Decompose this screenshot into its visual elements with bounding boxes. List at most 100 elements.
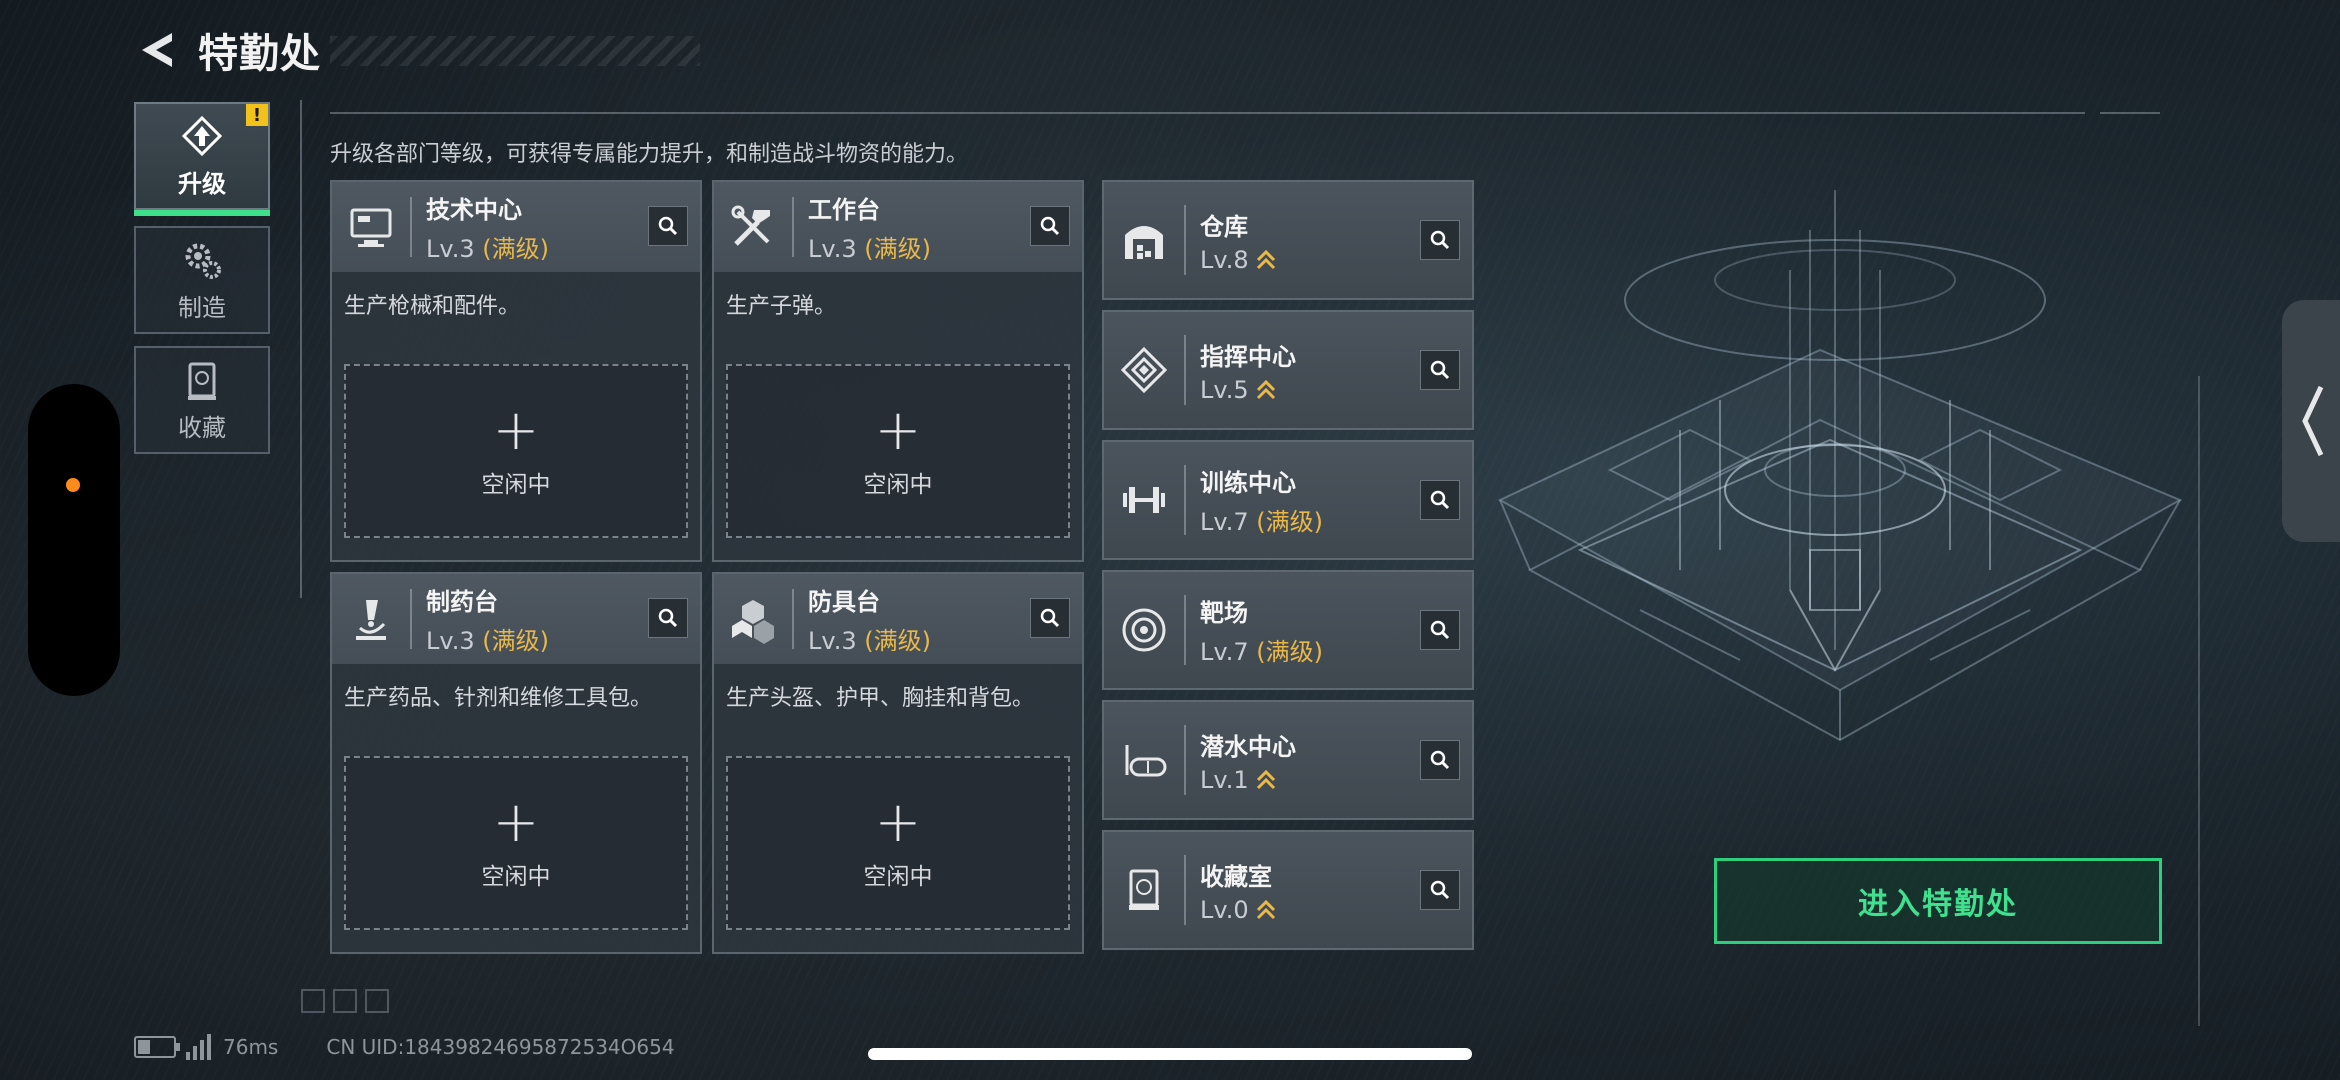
inspect-button[interactable] [1030,598,1070,638]
divider [300,100,302,598]
facility-diving-center[interactable]: 潜水中心 Lv.1 [1102,700,1474,820]
header: 特勤处 [134,22,700,78]
microscope-icon [356,600,386,640]
max-level-label: (满级) [1256,508,1323,536]
card-header: 技术中心 Lv.3 (满级) [332,182,700,272]
facility-shooting-range[interactable]: 靶场 Lv.7 (满级) [1102,570,1474,690]
chevron-left-icon [2302,385,2324,457]
facility-level: Lv.1 [1200,766,1296,794]
search-icon [1430,490,1450,510]
inspect-button[interactable] [1420,480,1460,520]
card-header: 制药台 Lv.3 (满级) [332,574,700,664]
side-panel-handle[interactable] [2282,300,2340,542]
production-slot[interactable]: + 空闲中 [726,364,1070,538]
description: 升级各部门等级，可获得专属能力提升，和制造战斗物资的能力。 [330,142,969,167]
search-icon [1430,880,1450,900]
side-floating-bar[interactable] [28,384,120,696]
workstation-card-armor[interactable]: 防具台 Lv.3 (满级) 生产头盔、护甲、胸挂和背包。 + 空闲中 [712,572,1084,954]
facility-collection-room[interactable]: 收藏室 Lv.0 [1102,830,1474,950]
card-name: 工作台 [808,196,880,224]
add-icon: + [874,790,922,855]
add-icon: + [492,398,540,463]
enter-base-label: 进入特勤处 [1858,887,2018,922]
facility-name: 训练中心 [1200,469,1296,497]
slot-status: 空闲中 [481,472,551,498]
alert-badge: ! [246,104,268,126]
warehouse-icon [1125,226,1163,259]
back-button[interactable] [134,26,178,74]
card-level: Lv.3 (满级) [426,235,549,263]
armor-blocks-icon [732,600,774,644]
tab-craft[interactable]: 制造 [134,226,270,334]
user-id: CN UID:18439824695872534O654 [326,1035,675,1059]
tab-collection[interactable]: 收藏 [134,346,270,454]
signal-icon [186,1034,211,1060]
inspect-button[interactable] [1420,610,1460,650]
tools-icon [731,205,770,246]
inspect-button[interactable] [648,598,688,638]
enter-base-button[interactable]: 进入特勤处 [1714,858,2162,944]
upgrade-chevron-icon [1256,249,1275,269]
building-illustration [1497,190,2183,742]
target-icon [1122,608,1166,652]
workstation-card-pharmacy[interactable]: 制药台 Lv.3 (满级) 生产药品、针剂和维修工具包。 + 空闲中 [330,572,702,954]
production-slot[interactable]: + 空闲中 [726,756,1070,930]
dumbbell-icon [1123,487,1165,513]
facility-level: Lv.5 [1200,376,1296,404]
search-icon [1040,608,1060,628]
facility-name: 收藏室 [1200,862,1272,891]
search-icon [658,608,678,628]
home-indicator[interactable] [868,1048,1472,1060]
inspect-button[interactable] [648,206,688,246]
search-icon [1430,620,1450,640]
card-level: Lv.3 (满级) [426,627,549,655]
slot-status: 空闲中 [481,864,551,890]
facility-training-center[interactable]: 训练中心 Lv.7 (满级) [1102,440,1474,560]
upgrade-chevron-icon [1256,769,1275,789]
facility-level: Lv.7 (满级) [1200,638,1323,666]
card-description: 生产子弹。 [726,294,837,319]
computer-icon [350,208,392,247]
search-icon [1430,230,1450,250]
slot-status: 空闲中 [863,472,933,498]
card-name: 制药台 [426,588,498,616]
search-icon [658,216,678,236]
production-slot[interactable]: + 空闲中 [344,756,688,930]
facility-level: Lv.7 (满级) [1200,508,1323,536]
production-slot[interactable]: + 空闲中 [344,364,688,538]
collection-room-icon [1129,869,1159,910]
facility-name: 潜水中心 [1200,732,1296,761]
upgrade-chevron-icon [1256,899,1275,919]
inspect-button[interactable] [1420,220,1460,260]
card-header: 防具台 Lv.3 (满级) [714,574,1082,664]
tab-label: 制造 [178,293,226,322]
inspect-button[interactable] [1420,870,1460,910]
workstation-card-workbench[interactable]: 工作台 Lv.3 (满级) 生产子弹。 + 空闲中 [712,180,1084,562]
facility-warehouse[interactable]: 仓库 Lv.8 [1102,180,1474,300]
decorative-marks [301,989,389,1013]
inspect-button[interactable] [1420,740,1460,780]
inspect-button[interactable] [1420,350,1460,390]
facility-level: Lv.8 [1200,246,1277,274]
gear-icon [185,243,221,279]
facility-name: 靶场 [1200,599,1248,627]
diving-mask-icon [1125,745,1167,777]
facility-name: 仓库 [1200,212,1248,241]
card-description: 生产头盔、护甲、胸挂和背包。 [726,686,1035,711]
tab-label: 升级 [178,169,226,198]
tab-upgrade[interactable]: ! 升级 [134,102,270,216]
inspect-button[interactable] [1030,206,1070,246]
tab-label: 收藏 [178,413,226,442]
search-icon [1040,216,1060,236]
card-header: 工作台 Lv.3 (满级) [714,182,1082,272]
max-level-label: (满级) [1256,638,1323,666]
battery-icon [134,1036,180,1058]
search-icon [1430,750,1450,770]
card-name: 技术中心 [426,196,522,224]
upgrade-chevron-icon [1256,379,1275,399]
back-arrow-icon [142,33,172,67]
facility-command-center[interactable]: 指挥中心 Lv.5 [1102,310,1474,430]
workstation-card-tech-center[interactable]: 技术中心 Lv.3 (满级) 生产枪械和配件。 + 空闲中 [330,180,702,562]
add-icon: + [874,398,922,463]
search-icon [1430,360,1450,380]
